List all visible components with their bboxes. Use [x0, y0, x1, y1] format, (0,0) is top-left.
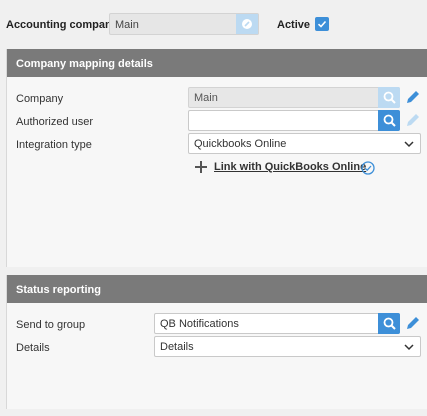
company-value: Main: [194, 92, 218, 104]
accounting-company-label: Accounting company: [6, 19, 118, 31]
search-icon: [383, 114, 396, 127]
authorized-user-field[interactable]: [188, 110, 400, 131]
company-mapping-panel: Company mapping details Company Main Aut…: [6, 49, 427, 267]
integration-type-label: Integration type: [16, 139, 92, 151]
company-field[interactable]: Main: [188, 87, 400, 108]
status-reporting-title: Status reporting: [7, 275, 427, 303]
company-search-button[interactable]: [378, 87, 400, 108]
send-to-group-label: Send to group: [16, 319, 86, 331]
check-circle-icon: [361, 161, 375, 175]
send-to-group-value: QB Notifications: [160, 318, 239, 330]
chevron-down-icon: [404, 344, 414, 351]
edit-send-to-group-icon[interactable]: [405, 315, 421, 331]
chevron-down-icon: [404, 141, 414, 148]
link-icon: [242, 19, 252, 29]
company-mapping-title: Company mapping details: [7, 49, 427, 77]
link-quickbooks-row[interactable]: Link with QuickBooks Online: [194, 160, 366, 174]
checkmark-icon: [317, 20, 327, 28]
status-reporting-panel: Status reporting Send to group QB Notifi…: [6, 275, 427, 409]
accounting-company-value: Main: [115, 19, 139, 31]
active-label: Active: [277, 19, 311, 31]
authorized-user-search-button[interactable]: [378, 110, 400, 131]
company-label: Company: [16, 93, 64, 105]
details-label: Details: [16, 342, 50, 354]
link-quickbooks-link[interactable]: Link with QuickBooks Online: [214, 161, 366, 173]
edit-authorized-user-icon[interactable]: [405, 112, 421, 128]
integration-type-value: Quickbooks Online: [194, 138, 287, 150]
integration-type-select[interactable]: Quickbooks Online: [188, 133, 421, 154]
details-select[interactable]: Details: [154, 336, 421, 357]
details-value: Details: [160, 341, 194, 353]
accounting-company-field[interactable]: Main: [109, 13, 259, 35]
accounting-company-lookup-button[interactable]: [236, 14, 258, 34]
edit-company-icon[interactable]: [405, 89, 421, 105]
search-icon: [383, 91, 396, 104]
authorized-user-label: Authorized user: [16, 116, 94, 128]
active-checkbox[interactable]: [315, 17, 329, 31]
send-to-group-search-button[interactable]: [378, 313, 400, 334]
search-icon: [383, 317, 396, 330]
send-to-group-field[interactable]: QB Notifications: [154, 313, 400, 334]
plus-icon: [195, 161, 207, 173]
